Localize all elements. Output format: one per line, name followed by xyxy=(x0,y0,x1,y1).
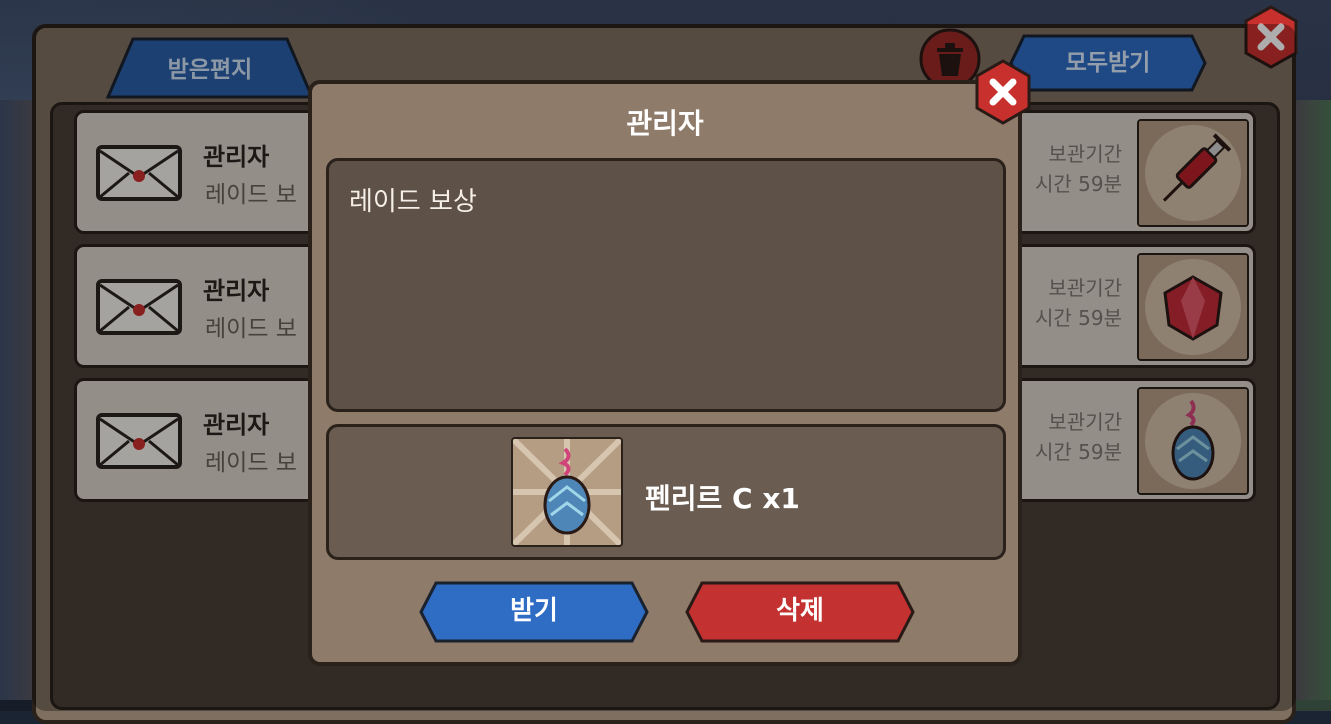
background-left-strip xyxy=(0,100,36,700)
reward-thumbnail xyxy=(511,437,623,547)
claim-button[interactable]: 받기 xyxy=(418,580,650,644)
reward-label: 펜리르 C x1 xyxy=(645,482,800,515)
modal-message-box: 레이드 보상 xyxy=(326,158,1006,412)
egg-icon xyxy=(513,439,621,545)
claim-button-label: 받기 xyxy=(510,596,558,626)
background-right-strip xyxy=(1295,100,1331,700)
delete-button[interactable]: 삭제 xyxy=(684,580,916,644)
delete-button-label: 삭제 xyxy=(776,596,824,626)
modal-close-button[interactable] xyxy=(970,58,1036,126)
modal-reward-box: 펜리르 C x1 xyxy=(326,424,1006,560)
close-icon xyxy=(975,59,1031,125)
mail-detail-modal: 관리자 레이드 보상 펜리르 C x1 받기 삭제 xyxy=(308,80,1022,666)
modal-message-text: 레이드 보상 xyxy=(349,187,477,217)
modal-title: 관리자 xyxy=(626,107,704,140)
